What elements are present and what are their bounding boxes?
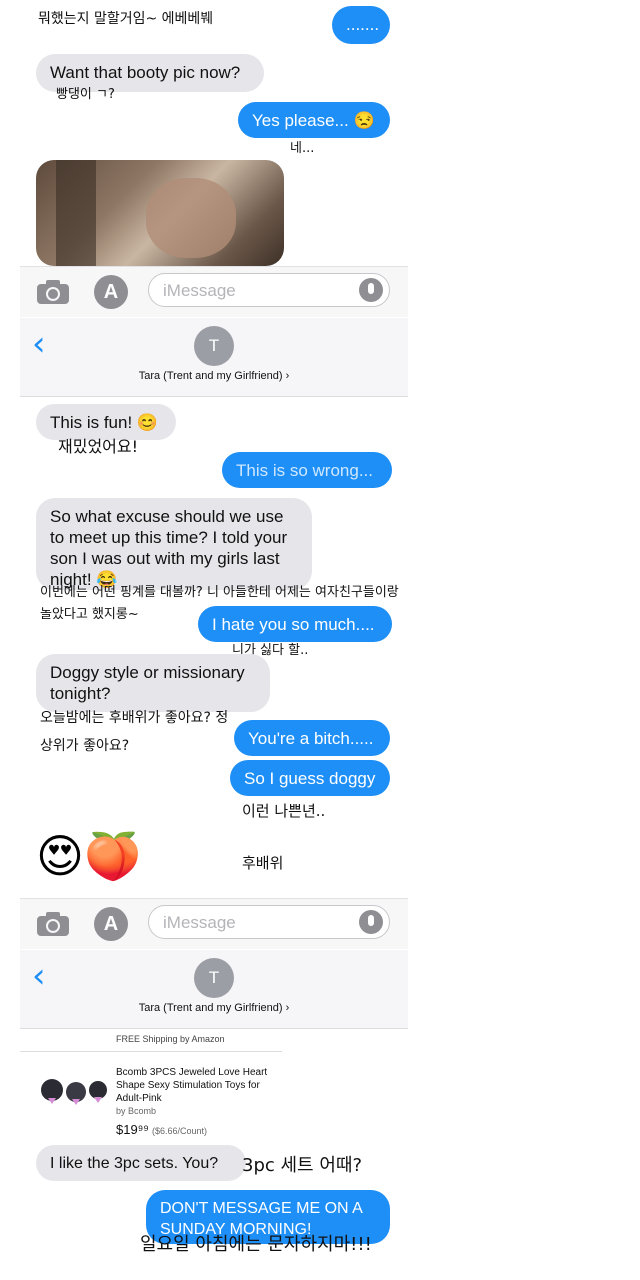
received-bubble: So what excuse should we use to meet up … <box>36 498 312 590</box>
received-bubble: I like the 3pc sets. You? <box>36 1145 246 1181</box>
korean-caption: 후배위 <box>242 854 284 872</box>
korean-caption: 재밌었어요! <box>58 437 139 456</box>
imessage-input[interactable]: iMessage <box>148 273 390 307</box>
product-listing[interactable]: FREE Shipping by Amazon Bcomb 3PCS Jewel… <box>20 1028 290 1143</box>
imessage-placeholder: iMessage <box>163 913 236 932</box>
back-chevron-icon[interactable]: ‹ <box>32 324 46 364</box>
microphone-icon[interactable] <box>359 278 383 302</box>
conversation-header: ‹ T Tara (Trent and my Girlfriend) › <box>20 318 408 397</box>
korean-caption: 오늘밤에는 후배위가 좋아요? 정상위가 좋아요? <box>40 710 229 754</box>
photo-shape <box>146 178 236 258</box>
microphone-icon[interactable] <box>359 910 383 934</box>
sent-bubble: Yes please... 😒 <box>238 102 390 138</box>
photo-shape <box>56 160 96 266</box>
app-store-icon[interactable]: A <box>94 907 128 941</box>
cut-korean-text: 뭐했는지 말할거임~ 에베베붸 <box>38 11 214 27</box>
sent-bubble: You're a bitch..... <box>234 720 390 756</box>
contact-name[interactable]: Tara (Trent and my Girlfriend) › <box>20 1002 408 1014</box>
product-price: $19⁹⁹ <box>116 1122 149 1137</box>
product-brand: by Bcomb <box>116 1106 157 1116</box>
photo-attachment[interactable] <box>36 160 284 266</box>
sent-bubble: I hate you so much.... <box>198 606 392 642</box>
camera-icon[interactable] <box>36 279 70 305</box>
sent-bubble-dots: ....... <box>332 6 390 44</box>
product-unit-price: ($6.66/Count) <box>152 1126 208 1136</box>
back-chevron-icon[interactable]: ‹ <box>32 956 46 996</box>
message-toolbar: A iMessage <box>20 898 408 949</box>
imessage-placeholder: iMessage <box>163 281 236 300</box>
sent-bubble: This is so wrong... <box>222 452 392 488</box>
contact-name[interactable]: Tara (Trent and my Girlfriend) › <box>20 370 408 382</box>
divider <box>20 1051 282 1052</box>
korean-caption: 3pc 세트 어때? <box>242 1155 363 1176</box>
sent-bubble: So I guess doggy <box>230 760 390 796</box>
message-toolbar: A iMessage <box>20 266 408 317</box>
emoji-message: 😍🍑 <box>36 829 142 883</box>
product-title[interactable]: Bcomb 3PCS Jeweled Love Heart Shape Sexy… <box>116 1066 276 1105</box>
camera-icon[interactable] <box>36 911 70 937</box>
contact-avatar[interactable]: T <box>194 958 234 998</box>
shipping-note: FREE Shipping by Amazon <box>116 1034 225 1044</box>
received-bubble: This is fun! 😊 <box>36 404 176 440</box>
conversation-header: ‹ T Tara (Trent and my Girlfriend) › <box>20 950 408 1029</box>
korean-caption: 네... <box>290 141 315 156</box>
product-image <box>41 1079 107 1105</box>
imessage-input[interactable]: iMessage <box>148 905 390 939</box>
korean-caption: 이런 나쁜년.. <box>242 802 326 820</box>
korean-caption: 빵댕이 ㄱ? <box>56 87 115 102</box>
korean-caption: 일요일 아침에는 문자하지마!!! <box>140 1234 372 1255</box>
app-store-icon[interactable]: A <box>94 275 128 309</box>
contact-avatar[interactable]: T <box>194 326 234 366</box>
